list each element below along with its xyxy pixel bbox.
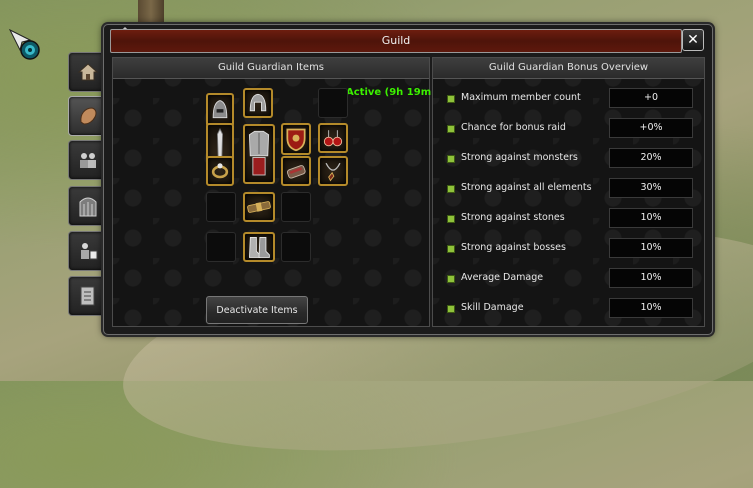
stat-row: Strong against stones 10% — [439, 207, 697, 229]
slot-armor[interactable] — [243, 124, 275, 184]
slot-shield[interactable] — [281, 123, 311, 155]
slot-empty-top-right[interactable] — [318, 88, 348, 118]
stat-row: Skill Damage 10% — [439, 297, 697, 319]
stat-label: Strong against all elements — [461, 182, 592, 193]
members-icon — [80, 153, 96, 168]
stat-row: Maximum member count +0 — [439, 87, 697, 109]
hood-helmet-icon — [249, 93, 267, 112]
tab-guild-skills[interactable] — [68, 96, 108, 136]
stat-label: Strong against bosses — [461, 242, 566, 253]
stat-value: +0% — [609, 118, 693, 138]
scroll-icon — [80, 286, 95, 306]
slot-helmet-left[interactable] — [206, 93, 234, 127]
slot-empty-mid-right[interactable] — [281, 192, 311, 222]
stat-bullet-icon — [447, 95, 455, 103]
slot-empty-bottom-left[interactable] — [206, 232, 236, 262]
cursor-icon — [8, 28, 40, 60]
ring-icon — [211, 163, 229, 179]
slot-ring[interactable] — [206, 156, 234, 186]
guardian-items-header: Guild Guardian Items — [113, 58, 429, 79]
stat-row: Strong against bosses 10% — [439, 237, 697, 259]
slot-empty-mid-left[interactable] — [206, 192, 236, 222]
stat-label: Skill Damage — [461, 302, 524, 313]
ranks-icon — [81, 243, 98, 260]
stat-bullet-icon — [447, 305, 455, 313]
background-tree-trunk — [138, 0, 164, 26]
stat-row: Chance for bonus raid +0% — [439, 117, 697, 139]
stat-value: 10% — [609, 298, 693, 318]
slot-belt[interactable] — [243, 192, 275, 222]
house-icon — [77, 63, 99, 81]
stat-value: 10% — [609, 208, 693, 228]
tab-guild-home[interactable] — [68, 52, 108, 92]
stat-value: +0 — [609, 88, 693, 108]
stat-label: Chance for bonus raid — [461, 122, 566, 133]
boots-icon — [249, 237, 270, 258]
tab-guild-members[interactable] — [68, 140, 108, 180]
stat-row: Strong against monsters 20% — [439, 147, 697, 169]
tab-guild-gate[interactable] — [68, 186, 108, 226]
gate-icon — [79, 197, 97, 217]
slot-necklace[interactable] — [318, 156, 348, 186]
hand-icon — [80, 107, 97, 125]
stat-bullet-icon — [447, 245, 455, 253]
deactivate-items-button[interactable]: Deactivate Items — [206, 296, 308, 324]
stat-bullet-icon — [447, 275, 455, 283]
stat-value: 30% — [609, 178, 693, 198]
guild-window: Guild ✕ Guild Guardian Items Active (9h … — [103, 24, 713, 335]
stat-bullet-icon — [447, 125, 455, 133]
gloves-icon — [286, 165, 306, 179]
stat-label: Strong against monsters — [461, 152, 578, 163]
slot-boots[interactable] — [243, 232, 275, 262]
tab-guild-log[interactable] — [68, 276, 108, 316]
belt-icon — [247, 201, 271, 213]
stat-value: 10% — [609, 268, 693, 288]
stat-value: 10% — [609, 238, 693, 258]
guardian-items-area: Active (9h 19m) Deactivate Items — [113, 79, 436, 326]
stat-row: Average Damage 10% — [439, 267, 697, 289]
stat-bullet-icon — [447, 215, 455, 223]
stat-label: Strong against stones — [461, 212, 565, 223]
guardian-items-panel: Guild Guardian Items Active (9h 19m) Dea… — [112, 57, 436, 327]
stat-label: Average Damage — [461, 272, 544, 283]
stat-value: 20% — [609, 148, 693, 168]
stat-bullet-icon — [447, 185, 455, 193]
stat-row: Strong against all elements 30% — [439, 177, 697, 199]
earrings-icon — [323, 130, 343, 147]
bonus-overview-panel: Guild Guardian Bonus Overview Maximum me… — [432, 57, 705, 327]
close-button[interactable]: ✕ — [682, 29, 704, 51]
active-status: Active (9h 19m) — [346, 87, 436, 98]
window-title[interactable]: Guild — [110, 29, 682, 53]
slot-earrings[interactable] — [318, 123, 348, 153]
slot-gloves[interactable] — [281, 156, 311, 186]
armor-icon — [248, 130, 270, 176]
necklace-icon — [325, 162, 341, 182]
bonus-overview-header: Guild Guardian Bonus Overview — [433, 58, 704, 79]
shield-icon — [286, 128, 306, 152]
tab-guild-ranks[interactable] — [68, 231, 108, 271]
ornate-helmet-icon — [212, 100, 228, 119]
stat-label: Maximum member count — [461, 92, 581, 103]
slot-empty-bottom-right[interactable] — [281, 232, 311, 262]
slot-helmet[interactable] — [243, 88, 273, 118]
stat-bullet-icon — [447, 155, 455, 163]
